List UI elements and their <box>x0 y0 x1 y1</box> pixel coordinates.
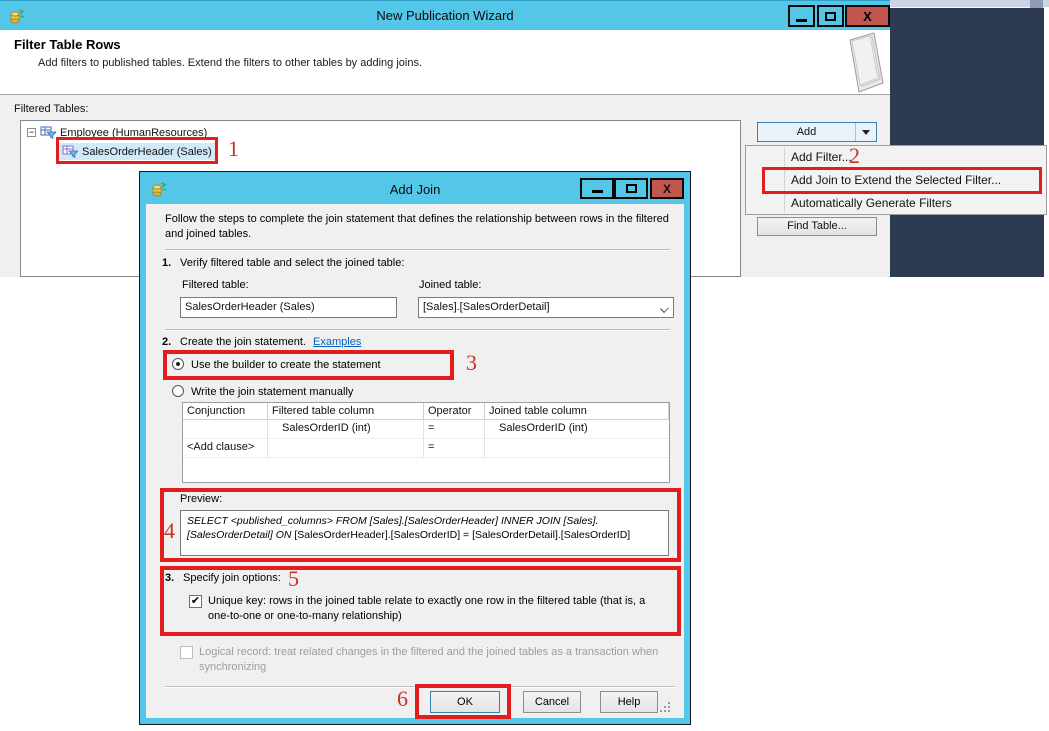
split-divider <box>855 123 856 141</box>
divider <box>165 686 675 688</box>
close-icon: X <box>663 182 671 196</box>
add-button-label[interactable]: Add <box>758 126 855 138</box>
logical-record-label: Logical record: treat related changes in… <box>199 645 669 675</box>
filtered-table-join-icon <box>62 144 78 159</box>
divider <box>165 249 670 251</box>
grid-cell[interactable] <box>485 439 669 458</box>
add-dropdown-menu: Add Filter... Add Join to Extend the Sel… <box>745 145 1047 215</box>
grid-cell[interactable] <box>268 439 424 458</box>
unique-key-label[interactable]: Unique key: rows in the joined table rel… <box>208 594 660 624</box>
radio-use-builder-label[interactable]: Use the builder to create the statement <box>191 359 381 371</box>
desktop-background <box>888 8 1044 277</box>
minimize-button[interactable] <box>580 178 614 199</box>
unique-key-checkbox[interactable]: ✔ <box>189 595 202 608</box>
grid-cell[interactable]: SalesOrderID (int) <box>268 420 424 439</box>
tree-item-label[interactable]: SalesOrderHeader (Sales) <box>82 146 212 158</box>
collapse-minus-icon[interactable]: − <box>27 128 36 137</box>
dialog-intro-text: Follow the steps to complete the join st… <box>165 212 670 242</box>
grid-cell[interactable] <box>183 420 268 439</box>
minimize-button[interactable] <box>788 5 815 27</box>
tree-item-salesorderheader[interactable]: SalesOrderHeader (Sales) <box>59 143 215 160</box>
tree-item-label[interactable]: Employee (HumanResources) <box>60 127 207 139</box>
cancel-button[interactable]: Cancel <box>523 691 581 713</box>
help-button[interactable]: Help <box>600 691 658 713</box>
filtered-table-label: Filtered table: <box>182 279 249 291</box>
step3-number: 3. <box>165 572 174 584</box>
database-sync-icon <box>150 181 167 198</box>
join-clause-grid[interactable]: Conjunction Filtered table column Operat… <box>182 402 670 483</box>
preview-sql-plain: [SalesOrderHeader].[SalesOrderID] = [Sal… <box>294 529 630 541</box>
find-table-button[interactable]: Find Table... <box>757 217 877 236</box>
chevron-down-icon[interactable] <box>660 304 669 313</box>
wizard-title: New Publication Wizard <box>0 1 890 31</box>
notebook-graphic <box>843 31 887 94</box>
grid-cell[interactable]: <Add clause> <box>183 439 268 458</box>
grid-header-operator: Operator <box>424 403 485 420</box>
grid-header-joined-column: Joined table column <box>485 403 669 420</box>
dialog-titlebar[interactable]: Add Join X <box>146 178 684 204</box>
selected-tree-item[interactable]: SalesOrderHeader (Sales) <box>59 143 215 160</box>
close-button[interactable]: X <box>650 178 684 199</box>
maximize-button[interactable] <box>614 178 648 199</box>
page-subtitle: Add filters to published tables. Extend … <box>38 57 422 69</box>
minimize-icon <box>592 190 603 193</box>
checkmark-icon: ✔ <box>191 595 200 607</box>
grid-row[interactable]: <Add clause> = <box>183 439 669 458</box>
close-button[interactable]: X <box>845 5 890 27</box>
menu-item-auto-generate-filters[interactable]: Automatically Generate Filters <box>791 192 952 215</box>
maximize-icon <box>825 12 836 21</box>
joined-table-select[interactable]: [Sales].[SalesOrderDetail] <box>418 297 674 318</box>
resize-grip-icon[interactable] <box>660 702 670 712</box>
add-split-button[interactable]: Add <box>757 122 877 142</box>
grid-cell[interactable]: = <box>424 439 485 458</box>
close-icon: X <box>863 9 872 24</box>
database-sync-icon <box>8 8 25 25</box>
filtered-tables-label: Filtered Tables: <box>14 103 88 115</box>
preview-label: Preview: <box>180 493 222 505</box>
filtered-table-field[interactable]: SalesOrderHeader (Sales) <box>180 297 397 318</box>
joined-table-value: [Sales].[SalesOrderDetail] <box>423 301 550 313</box>
find-table-label: Find Table... <box>787 220 847 232</box>
menu-item-add-join[interactable]: Add Join to Extend the Selected Filter..… <box>791 169 1001 192</box>
menu-item-add-filter[interactable]: Add Filter... <box>791 146 852 169</box>
ok-button[interactable]: OK <box>430 691 500 713</box>
tree-item-employee[interactable]: − Employee (HumanResources) <box>27 125 207 140</box>
examples-link[interactable]: Examples <box>313 336 361 348</box>
page-title: Filter Table Rows <box>14 37 121 52</box>
background-window-tab <box>1030 0 1043 8</box>
add-join-dialog: Add Join X Follow the steps to complete … <box>140 172 690 724</box>
step1-number: 1. <box>162 257 171 269</box>
step2-number: 2. <box>162 336 171 348</box>
minimize-icon <box>796 19 807 22</box>
maximize-icon <box>626 184 637 193</box>
joined-table-label: Joined table: <box>419 279 481 291</box>
step1-label: Verify filtered table and select the joi… <box>180 257 404 269</box>
grid-cell[interactable]: = <box>424 420 485 439</box>
step2-label-text: Create the join statement. <box>180 336 306 348</box>
radio-use-builder[interactable] <box>172 358 184 370</box>
grid-cell[interactable]: SalesOrderID (int) <box>485 420 669 439</box>
divider <box>165 329 670 331</box>
radio-write-manually-label[interactable]: Write the join statement manually <box>191 386 353 398</box>
chevron-down-icon[interactable] <box>862 130 870 135</box>
wizard-header: Filter Table Rows Add filters to publish… <box>0 30 890 95</box>
grid-row[interactable]: SalesOrderID (int) = SalesOrderID (int) <box>183 420 669 439</box>
radio-write-manually[interactable] <box>172 385 184 397</box>
step2-label: Create the join statement. Examples <box>180 336 361 348</box>
step3-label: Specify join options: <box>183 572 281 584</box>
grid-header-filtered-column: Filtered table column <box>268 403 424 420</box>
filtered-table-icon <box>40 125 56 140</box>
wizard-titlebar[interactable]: New Publication Wizard X <box>0 0 890 30</box>
maximize-button[interactable] <box>817 5 844 27</box>
grid-header-conjunction: Conjunction <box>183 403 268 420</box>
menu-gutter-divider <box>784 147 785 213</box>
background-window-strip <box>888 0 1049 8</box>
preview-sql-box: SELECT <published_columns> FROM [Sales].… <box>180 510 669 556</box>
logical-record-checkbox <box>180 646 193 659</box>
